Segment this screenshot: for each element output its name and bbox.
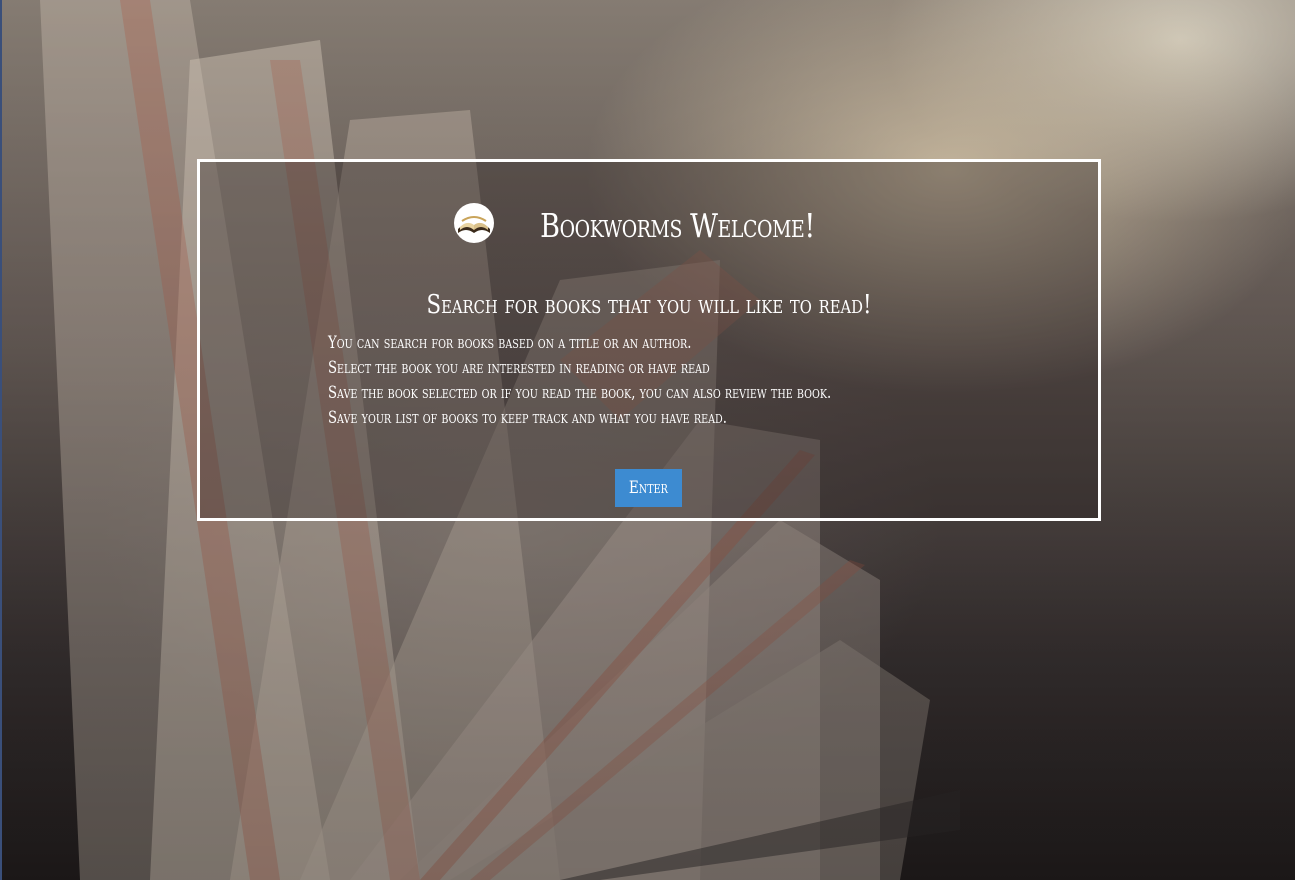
instruction-item: You can search for books based on a titl… bbox=[328, 333, 692, 352]
instruction-item: Save your list of books to keep track an… bbox=[328, 408, 727, 427]
enter-button-label: Enter bbox=[629, 478, 668, 498]
page-title: Bookworms Welcome! bbox=[539, 206, 815, 245]
subtitle: Search for books that you will like to r… bbox=[426, 290, 872, 320]
instruction-item: Select the book you are interested in re… bbox=[328, 358, 710, 377]
open-book-icon bbox=[453, 202, 494, 243]
enter-button[interactable]: Enter bbox=[615, 469, 682, 507]
title-row: Bookworms Welcome! bbox=[200, 202, 1098, 245]
instruction-list: You can search for books based on a titl… bbox=[328, 330, 957, 430]
welcome-panel: Bookworms Welcome! Search for books that… bbox=[197, 159, 1101, 521]
left-edge bbox=[0, 0, 2, 880]
instruction-item: Save the book selected or if you read th… bbox=[328, 383, 832, 402]
